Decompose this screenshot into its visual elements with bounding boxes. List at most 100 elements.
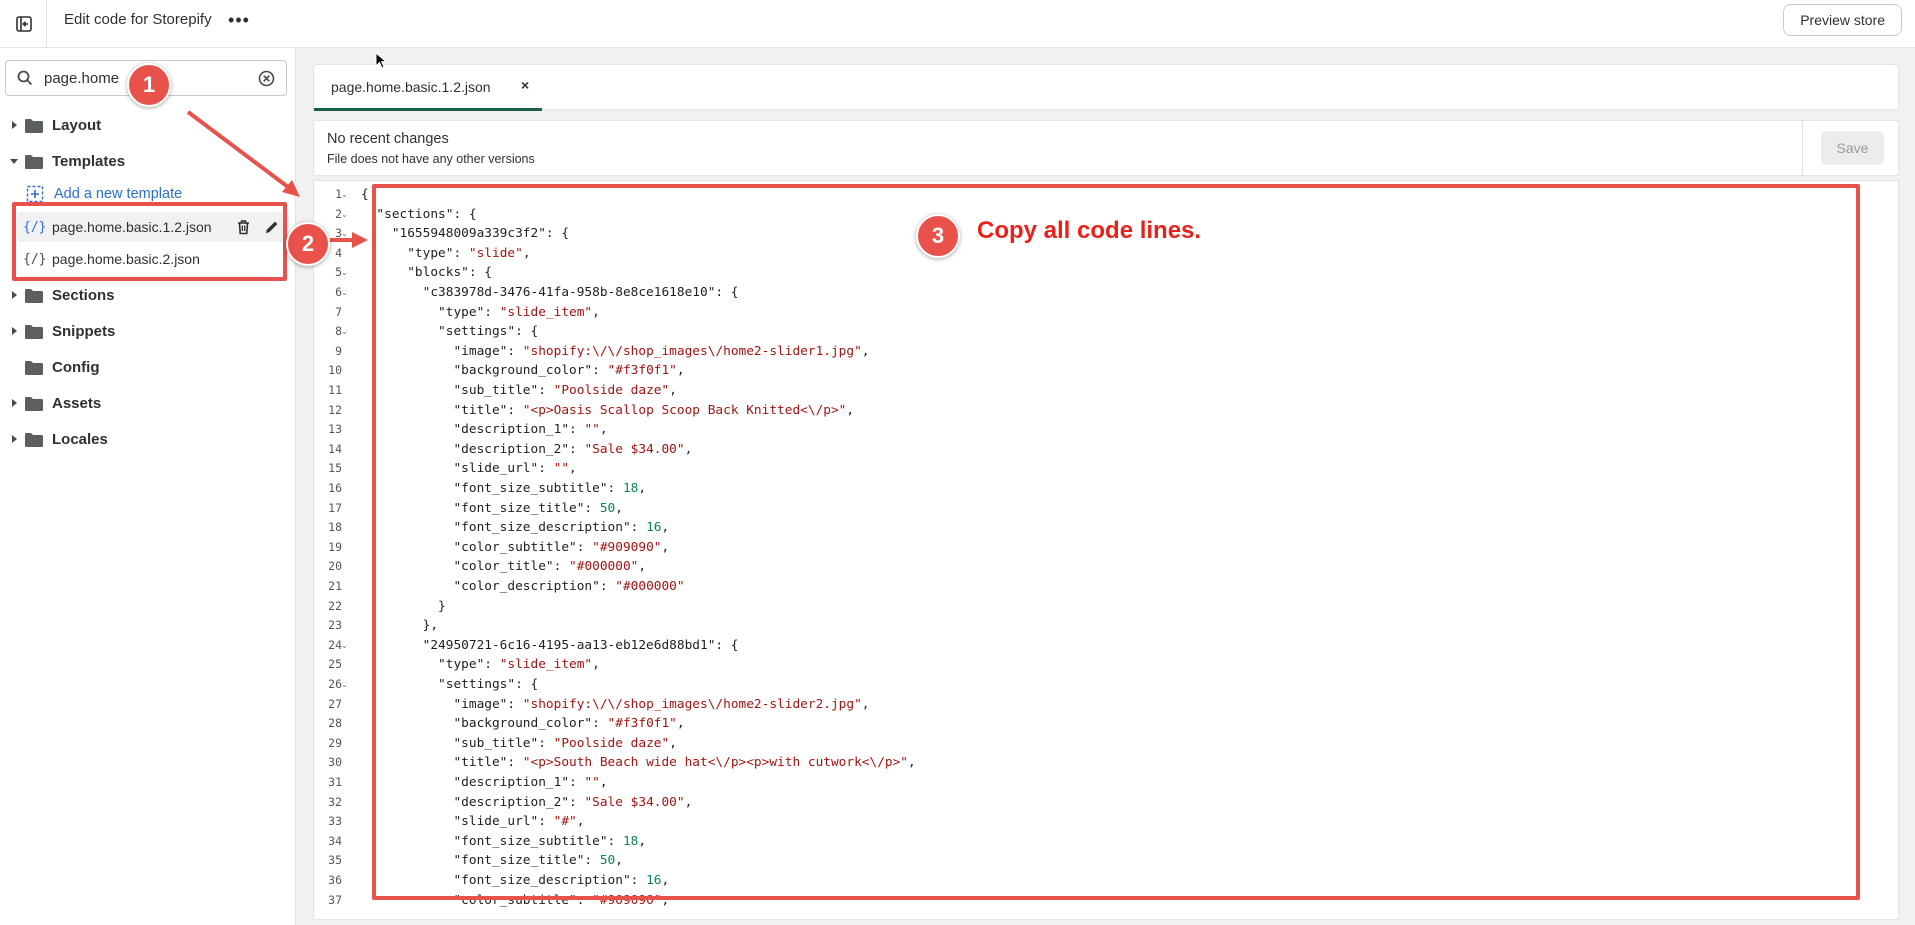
- top-bar: Edit code for Storepify ••• Preview stor…: [0, 0, 1915, 48]
- preview-store-button[interactable]: Preview store: [1783, 4, 1902, 36]
- fold-toggle-icon[interactable]: ⌄: [341, 205, 348, 225]
- fold-toggle-icon[interactable]: ⌄: [341, 185, 348, 205]
- line-number: 5: [335, 265, 342, 280]
- line-number: 22: [328, 598, 342, 613]
- close-tab-icon[interactable]: ×: [521, 77, 529, 93]
- exit-icon: [16, 16, 32, 32]
- caret-down-icon: [9, 156, 19, 166]
- caret-right-icon: [9, 290, 19, 300]
- tab-label: page.home.basic.1.2.json: [331, 79, 491, 95]
- folder-icon: [24, 118, 44, 139]
- line-number: 37: [328, 892, 342, 907]
- more-actions-button[interactable]: •••: [226, 6, 252, 34]
- line-number: 20: [328, 559, 342, 574]
- folder-icon: [24, 324, 44, 345]
- folder-label: Config: [52, 358, 100, 376]
- line-number: 24: [328, 637, 342, 652]
- folder-config[interactable]: Config: [0, 352, 290, 382]
- fold-toggle-icon[interactable]: ⌄: [341, 224, 348, 244]
- folder-icon: [24, 288, 44, 309]
- search-highlight-box: [12, 202, 287, 281]
- fold-toggle-icon[interactable]: ⌄: [341, 675, 348, 695]
- fold-toggle-icon[interactable]: ⌄: [341, 263, 348, 283]
- step-2-badge: 2: [286, 222, 330, 266]
- code-highlight-box: [372, 184, 1860, 900]
- line-number: 1: [335, 187, 342, 201]
- line-number: 34: [328, 833, 342, 848]
- clear-search-icon[interactable]: [258, 70, 275, 87]
- folder-templates[interactable]: Templates: [0, 146, 290, 176]
- line-number: 8: [335, 324, 342, 339]
- line-number: 15: [328, 461, 342, 476]
- file-sidebar: Layout Templates Sections Snippets Config Ass…: [0, 48, 296, 925]
- line-number: 31: [328, 775, 342, 789]
- version-info-bar: No recent changes File does not have any…: [313, 120, 1899, 176]
- folder-label: Sections: [52, 286, 115, 304]
- line-number: 14: [328, 441, 342, 456]
- folder-label: Locales: [52, 430, 108, 448]
- line-number: 27: [328, 696, 342, 711]
- line-number: 26: [328, 677, 342, 691]
- line-number: 19: [328, 539, 342, 554]
- line-number: 2: [335, 206, 342, 221]
- line-number-gutter: 1 ⌄ 2 ⌄ 3 ⌄ 4 5 ⌄ 6 ⌄ 7 8 ⌄ 9 10 11 12 13 14 15 16 17 18 19 20 21 2…: [314, 181, 350, 919]
- folder-label: Snippets: [52, 322, 116, 340]
- line-number: 6: [335, 285, 342, 299]
- fold-toggle-icon[interactable]: ⌄: [341, 283, 348, 303]
- infobar-divider: [1802, 121, 1803, 175]
- topbar-divider: [46, 0, 47, 48]
- line-number: 12: [328, 402, 342, 417]
- line-number: 10: [328, 363, 342, 378]
- line-number: 21: [328, 579, 342, 593]
- save-button[interactable]: Save: [1821, 131, 1884, 165]
- folder-label: Layout: [52, 116, 102, 134]
- line-number: 28: [328, 716, 342, 731]
- folder-label: Templates: [52, 152, 126, 170]
- line-number: 7: [335, 304, 342, 319]
- tab-page-home-basic-1-2[interactable]: page.home.basic.1.2.json ×: [314, 65, 542, 111]
- line-number: 30: [328, 755, 342, 770]
- code-line: {: [361, 187, 369, 202]
- line-number: 13: [328, 422, 342, 437]
- caret-right-icon: [9, 434, 19, 444]
- exit-editor-button[interactable]: [10, 10, 38, 38]
- folder-locales[interactable]: Locales: [0, 424, 290, 454]
- line-number: 18: [328, 520, 342, 535]
- line-number: 17: [328, 500, 342, 515]
- folder-icon: [24, 432, 44, 453]
- line-number: 23: [328, 618, 342, 633]
- line-number: 9: [335, 343, 342, 358]
- folder-icon: [24, 154, 44, 175]
- tab-bar: page.home.basic.1.2.json ×: [313, 64, 1899, 111]
- line-number: 16: [328, 481, 342, 495]
- folder-sections[interactable]: Sections: [0, 280, 290, 310]
- version-status: No recent changes: [327, 131, 449, 147]
- folder-snippets[interactable]: Snippets: [0, 316, 290, 346]
- line-number: 35: [328, 853, 342, 868]
- caret-right-icon: [9, 326, 19, 336]
- add-file-icon: [26, 185, 44, 203]
- mouse-cursor-icon: [375, 52, 387, 69]
- folder-icon: [24, 360, 44, 381]
- step-1-badge: 1: [127, 63, 171, 107]
- line-number: 29: [328, 735, 342, 750]
- folder-icon: [24, 396, 44, 417]
- search-icon: [17, 70, 33, 86]
- caret-right-icon: [9, 120, 19, 130]
- folder-assets[interactable]: Assets: [0, 388, 290, 418]
- page-title: Edit code for Storepify: [64, 11, 212, 28]
- folder-layout[interactable]: Layout: [0, 110, 290, 140]
- folder-label: Assets: [52, 394, 102, 412]
- step-3-badge: 3: [916, 214, 960, 258]
- line-number: 36: [328, 873, 342, 887]
- fold-toggle-icon[interactable]: ⌄: [341, 636, 348, 656]
- line-number: 11: [328, 383, 342, 397]
- instruction-text: Copy all code lines.: [977, 217, 1202, 244]
- version-subtitle: File does not have any other versions: [327, 152, 535, 166]
- caret-right-icon: [9, 398, 19, 408]
- line-number: 33: [328, 814, 342, 829]
- line-number: 32: [328, 794, 342, 809]
- fold-toggle-icon[interactable]: ⌄: [341, 322, 348, 342]
- line-number: 25: [328, 657, 342, 672]
- add-template-label: Add a new template: [54, 186, 183, 202]
